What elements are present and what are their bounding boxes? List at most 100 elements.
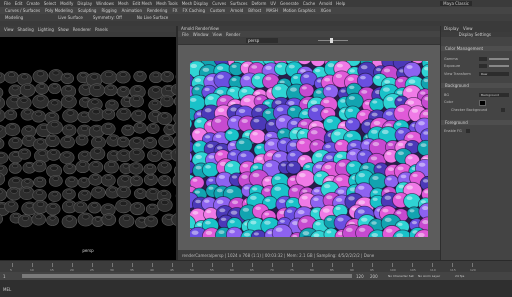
shelf-tab-4[interactable]: Animation <box>122 8 142 13</box>
menu-item-11[interactable]: Curves <box>212 1 226 6</box>
fps-select[interactable]: 24 fps <box>455 274 464 278</box>
bg-color-swatch[interactable] <box>479 100 486 106</box>
menu-item-4[interactable]: Modify <box>60 1 73 6</box>
shelf-tab-1[interactable]: Poly Modeling <box>45 8 73 13</box>
shelf-tab-10[interactable]: Bifrost <box>248 8 261 13</box>
menu-item-9[interactable]: Mesh Tools <box>156 1 178 6</box>
menu-item-1[interactable]: Edit <box>15 1 23 6</box>
tab-view[interactable]: View <box>463 26 473 31</box>
status-item-9[interactable]: Symmetry: Off <box>93 15 122 20</box>
bead-hole-wireframe <box>90 74 99 80</box>
section-background[interactable]: Background <box>441 83 512 88</box>
menu-item-10[interactable]: Mesh Display <box>182 1 209 6</box>
menu-item-12[interactable]: Surfaces <box>230 1 247 6</box>
anim-layer[interactable]: No Anim Layer <box>418 274 440 278</box>
bead-highlight <box>243 76 251 81</box>
range-slider[interactable]: 1 120 200 No Character Set No Anim Layer… <box>0 272 512 280</box>
menu-item-6[interactable]: Windows <box>96 1 114 6</box>
menu-item-14[interactable]: UV <box>270 1 276 6</box>
anim-end[interactable]: 200 <box>370 274 378 279</box>
menu-item-8[interactable]: Edit Mesh <box>133 1 153 6</box>
menu-item-15[interactable]: Generate <box>280 1 299 6</box>
menu-item-5[interactable]: Display <box>77 1 92 6</box>
exposure-slider[interactable] <box>489 65 509 67</box>
menu-item-16[interactable]: Cache <box>303 1 315 6</box>
shelf-tab-0[interactable]: Curves / Surfaces <box>5 8 40 13</box>
command-line[interactable]: MEL <box>0 280 512 297</box>
shelf-tab-8[interactable]: Custom <box>210 8 225 13</box>
viewport-menu-item-4[interactable]: Renderer <box>73 27 91 32</box>
menu-item-17[interactable]: Arnold <box>319 1 332 6</box>
view-transform-select[interactable]: Raw <box>479 72 509 76</box>
bead-hole-wireframe <box>24 109 32 115</box>
menu-item-3[interactable]: Select <box>44 1 56 6</box>
shelf-tab-13[interactable]: XGen <box>320 8 331 13</box>
range-slider-bar[interactable] <box>22 274 352 278</box>
bead-highlight <box>227 163 234 168</box>
menu-item-0[interactable]: File <box>4 1 11 6</box>
viewport-menu-item-0[interactable]: View <box>4 27 14 32</box>
bead-hole-wireframe <box>104 175 112 181</box>
character-set[interactable]: No Character Set <box>388 274 414 278</box>
bead-highlight <box>286 209 293 213</box>
timeline-tick <box>312 263 313 267</box>
bead-hole-wireframe <box>65 189 73 194</box>
menu-item-18[interactable]: Help <box>336 1 345 6</box>
bead-highlight <box>301 195 308 200</box>
checker-checkbox[interactable] <box>501 108 505 112</box>
status-item-0[interactable]: Modeling <box>5 15 23 20</box>
bead-highlight <box>420 91 426 95</box>
range-start[interactable]: 1 <box>3 274 6 279</box>
viewport-menu-item-1[interactable]: Shading <box>18 27 34 32</box>
gamma-slider[interactable] <box>489 58 509 60</box>
bg-select[interactable]: Background <box>479 93 509 97</box>
menu-item-7[interactable]: Mesh <box>118 1 129 6</box>
bead-hole-wireframe <box>10 188 18 194</box>
shelf-tab-11[interactable]: MASH <box>266 8 278 13</box>
viewport-panel[interactable]: persp <box>0 37 176 260</box>
shelf-tab-5[interactable]: Rendering <box>147 8 167 13</box>
bead-highlight <box>297 209 305 215</box>
range-end[interactable]: 120 <box>356 274 364 279</box>
render-menu-item-3[interactable]: Render <box>226 32 240 37</box>
bead-highlight <box>208 186 214 190</box>
viewport-menu-item-5[interactable]: Panels <box>95 27 108 32</box>
camera-select[interactable]: persp <box>246 38 278 43</box>
status-item-7[interactable]: Live Surface <box>58 15 83 20</box>
bead-highlight <box>385 228 393 233</box>
enable-fg-checkbox[interactable] <box>466 129 470 133</box>
shelf-tab-2[interactable]: Sculpting <box>78 8 97 13</box>
menu-item-2[interactable]: Create <box>26 1 39 6</box>
viewport-menu-item-3[interactable]: Show <box>58 27 69 32</box>
workspace-selector[interactable]: Maya Classic <box>440 1 472 6</box>
tab-display[interactable]: Display <box>444 26 459 31</box>
menu-item-13[interactable]: Deform <box>251 1 266 6</box>
exposure-slider[interactable] <box>318 38 348 43</box>
bead-hole-wireframe <box>95 187 102 193</box>
section-foreground[interactable]: Foreground <box>441 120 512 125</box>
shelf-tab-12[interactable]: Motion Graphics <box>283 8 316 13</box>
status-item-12[interactable]: No Live Surface <box>137 15 168 20</box>
timeline-tick <box>32 263 33 267</box>
bead-highlight <box>252 187 258 191</box>
bead-highlight <box>406 196 413 201</box>
gamma-field[interactable] <box>479 57 487 61</box>
section-color-management[interactable]: Color Management <box>441 46 512 51</box>
bead-highlight <box>363 141 370 145</box>
bead-hole-wireframe <box>50 150 57 155</box>
render-menu-item-2[interactable]: View <box>212 32 222 37</box>
shelf-tab-9[interactable]: Arnold <box>230 8 243 13</box>
bead-highlight <box>230 152 236 156</box>
render-menu-item-1[interactable]: Window <box>193 32 209 37</box>
bead-highlight <box>313 197 319 202</box>
viewport-menu-item-2[interactable]: Lighting <box>38 27 54 32</box>
render-menu-item-0[interactable]: File <box>182 32 189 37</box>
slider-handle[interactable] <box>330 38 333 43</box>
render-area[interactable] <box>178 45 440 250</box>
bead-highlight <box>302 231 310 236</box>
exposure-field[interactable] <box>479 64 487 68</box>
shelf-tab-3[interactable]: Rigging <box>101 8 116 13</box>
shelf-tab-7[interactable]: FX Caching <box>183 8 205 13</box>
shelf-tab-6[interactable]: FX <box>172 8 177 13</box>
bg-label: BG <box>444 93 450 97</box>
